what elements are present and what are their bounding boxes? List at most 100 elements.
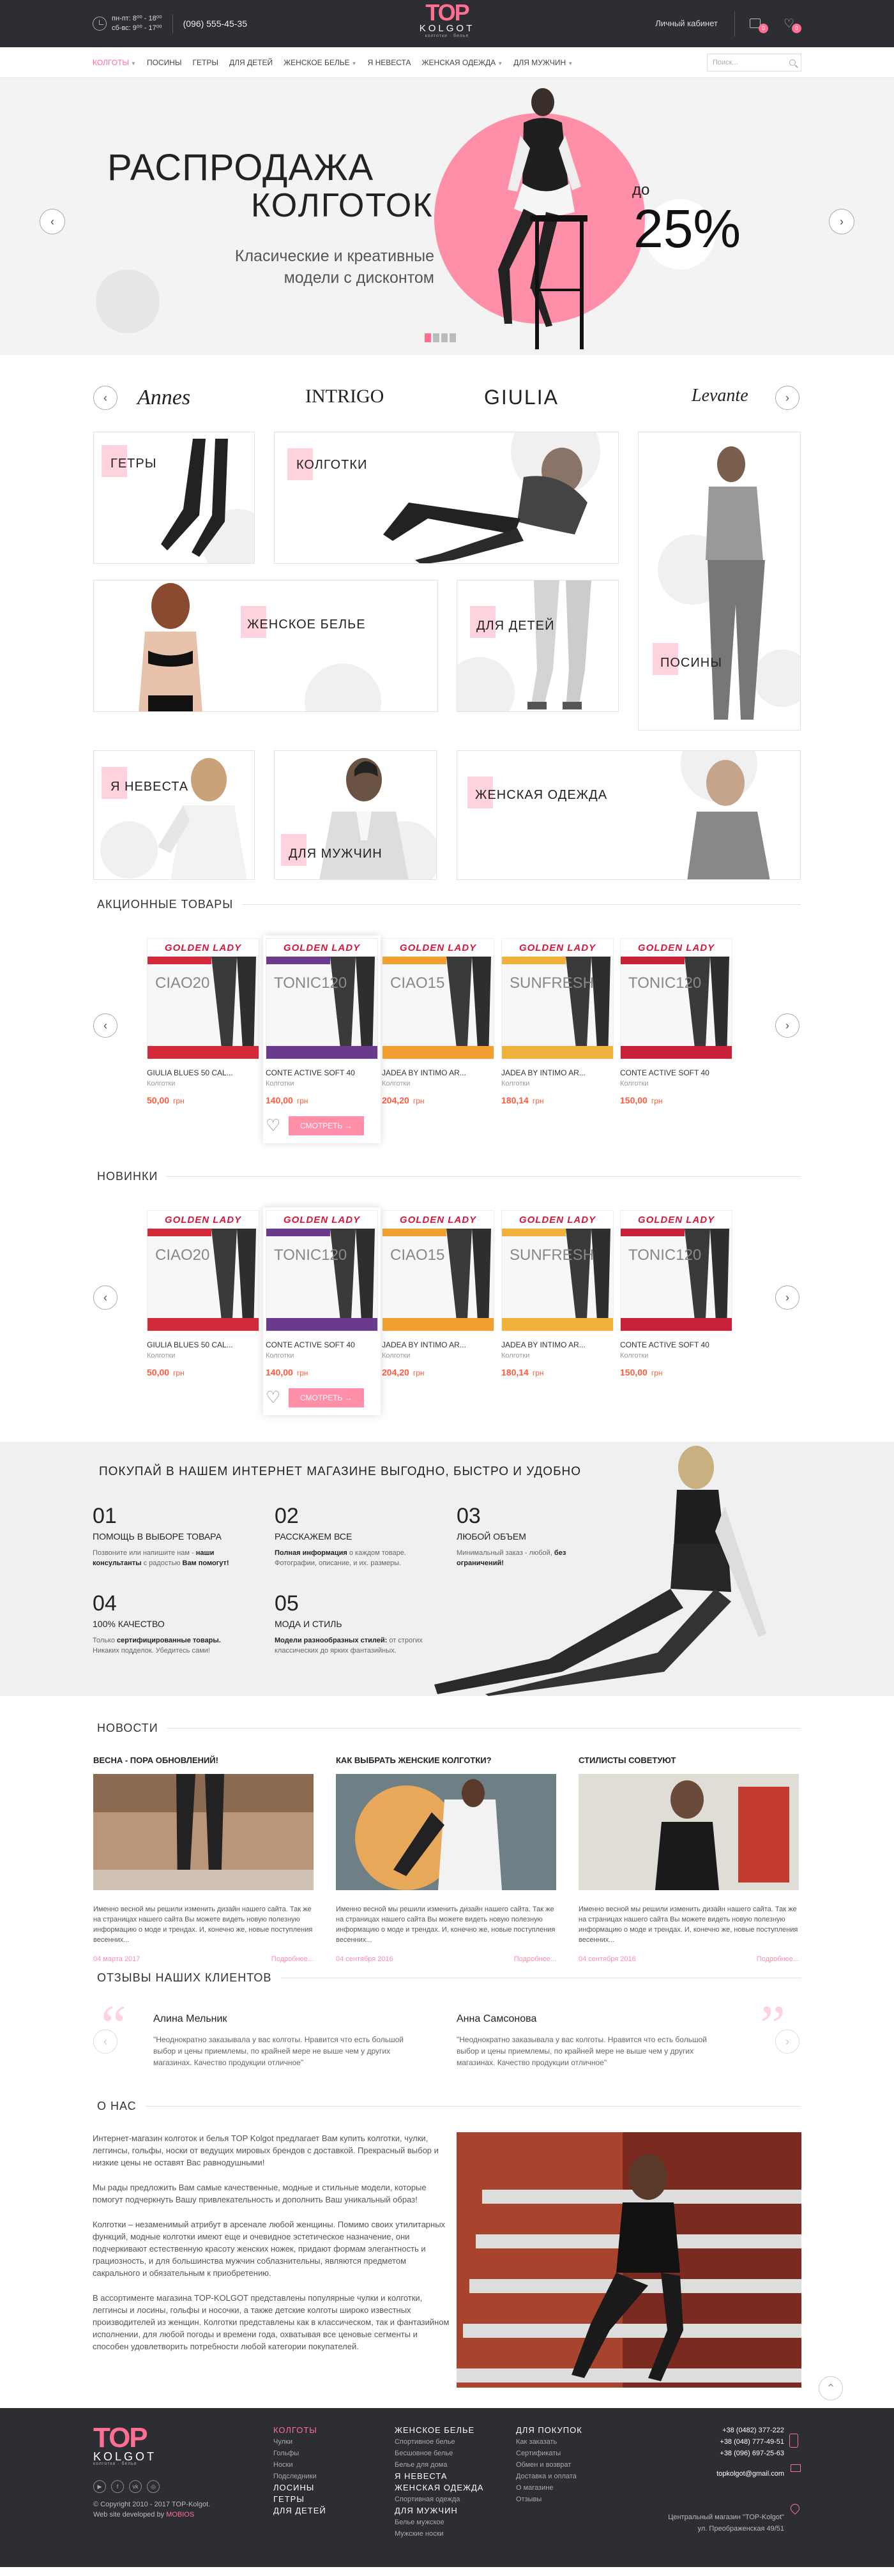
search-icon[interactable] xyxy=(789,59,796,66)
hero-prev-button[interactable]: ‹ xyxy=(40,209,65,234)
sale-prev-button[interactable]: ‹ xyxy=(93,1013,117,1038)
footer-heading[interactable]: Лосины xyxy=(273,2482,326,2494)
category-nevesta[interactable]: я невеста xyxy=(93,750,255,880)
product-image[interactable]: GOLDEN LADY TONIC120 xyxy=(266,1210,378,1331)
product-card[interactable]: GOLDEN LADY SUNFRESH JADEA BY INTIMO AR...… xyxy=(501,938,614,1105)
add-to-favorites-icon[interactable]: ♡ xyxy=(266,1388,289,1407)
product-card[interactable]: GOLDEN LADY CIAO15 JADEA BY INTIMO AR... Ко… xyxy=(382,1210,494,1377)
category-muzh[interactable]: для мужчин xyxy=(274,750,437,880)
scroll-top-button[interactable]: ⌃ xyxy=(819,2376,843,2400)
footer-heading[interactable]: Я невеста xyxy=(395,2471,483,2482)
product-image[interactable]: GOLDEN LADY SUNFRESH xyxy=(501,938,614,1059)
footer-link[interactable]: О магазине xyxy=(516,2482,582,2494)
brand-logo[interactable]: Annes xyxy=(137,386,190,410)
account-link[interactable]: Личный кабинет xyxy=(655,11,735,36)
category-kolgotki[interactable]: колготки xyxy=(274,432,619,564)
read-more-link[interactable]: Подробнее... xyxy=(757,1955,799,1963)
news-image[interactable] xyxy=(93,1774,314,1890)
product-card[interactable]: GOLDEN LADY TONIC120 CONTE ACTIVE SOFT 40 К… xyxy=(620,938,732,1105)
product-image[interactable]: GOLDEN LADY CIAO15 xyxy=(382,1210,494,1331)
footer-heading[interactable]: Гетры xyxy=(273,2494,326,2505)
news-card[interactable]: Стилисты советуют Именно весной мы решили… xyxy=(579,1755,799,1963)
product-card[interactable]: GOLDEN LADY SUNFRESH JADEA BY INTIMO AR...… xyxy=(501,1210,614,1377)
footer-heading[interactable]: Колготы xyxy=(273,2425,326,2436)
footer-phone[interactable]: +38 (0482) 377-222 xyxy=(639,2425,784,2436)
footer-phone[interactable]: +38 (096) 697-25-63 xyxy=(639,2448,784,2459)
footer-heading[interactable]: Женская одежда xyxy=(395,2482,483,2494)
news-headline[interactable]: Как выбрать женские колготки? xyxy=(336,1755,556,1765)
product-image[interactable]: GOLDEN LADY TONIC120 xyxy=(620,938,732,1059)
footer-link[interactable]: Белье мужское xyxy=(395,2517,483,2528)
product-name[interactable]: CONTE ACTIVE SOFT 40 xyxy=(266,1068,378,1077)
footer-heading[interactable]: Для мужчин xyxy=(395,2505,483,2517)
product-card[interactable]: GOLDEN LADY TONIC120 CONTE ACTIVE SOFT 40 К… xyxy=(620,1210,732,1377)
product-name[interactable]: GIULIA BLUES 50 CAL... xyxy=(147,1068,259,1077)
nav-item[interactable]: женское белье ▼ xyxy=(284,58,357,67)
footer-link[interactable]: Чулки xyxy=(273,2436,326,2448)
search-input[interactable]: Поиск... xyxy=(707,54,801,72)
footer-link[interactable]: Подследники xyxy=(273,2471,326,2482)
news-card[interactable]: Как выбрать женские колготки? Именно весн… xyxy=(336,1755,556,1963)
favorites-button[interactable]: ♡ 0 xyxy=(780,14,801,33)
new-prev-button[interactable]: ‹ xyxy=(93,1285,117,1310)
footer-link[interactable]: Доставка и оплата xyxy=(516,2471,582,2482)
brands-next-button[interactable]: › xyxy=(775,386,799,410)
footer-heading[interactable]: Для покупок xyxy=(516,2425,582,2436)
footer-heading[interactable]: Женское белье xyxy=(395,2425,483,2436)
footer-link[interactable]: Носки xyxy=(273,2459,326,2471)
product-card[interactable]: GOLDEN LADY CIAO20 GIULIA BLUES 50 CAL... К… xyxy=(147,1210,259,1377)
product-image[interactable]: GOLDEN LADY SUNFRESH xyxy=(501,1210,614,1331)
product-image[interactable]: GOLDEN LADY CIAO15 xyxy=(382,938,494,1059)
product-card[interactable]: GOLDEN LADY TONIC120 CONTE ACTIVE SOFT 40 К… xyxy=(263,1208,381,1415)
product-name[interactable]: JADEA BY INTIMO AR... xyxy=(382,1340,494,1349)
footer-link[interactable]: Спортивная одежда xyxy=(395,2494,483,2505)
footer-heading[interactable]: Для детей xyxy=(273,2505,326,2517)
read-more-link[interactable]: Подробнее... xyxy=(514,1955,556,1963)
category-deti[interactable]: для детей xyxy=(457,580,619,712)
cart-button[interactable]: 0 xyxy=(746,14,768,33)
footer-link[interactable]: Отзывы xyxy=(516,2494,582,2505)
product-image[interactable]: GOLDEN LADY TONIC120 xyxy=(620,1210,732,1331)
product-image[interactable]: GOLDEN LADY TONIC120 xyxy=(266,938,378,1059)
sale-next-button[interactable]: › xyxy=(775,1013,799,1038)
reviews-next-button[interactable]: › xyxy=(775,2029,799,2054)
brand-logo[interactable]: INTRIGO xyxy=(305,386,384,407)
brand-logo[interactable]: Levante xyxy=(692,386,748,406)
reviews-prev-button[interactable]: ‹ xyxy=(93,2029,117,2054)
product-image[interactable]: GOLDEN LADY CIAO20 xyxy=(147,1210,259,1331)
header-phone[interactable]: (096) 555-45-35 xyxy=(173,19,247,29)
hero-dot[interactable] xyxy=(450,333,456,342)
news-image[interactable] xyxy=(336,1774,556,1890)
nav-item[interactable]: колготы ▼ xyxy=(93,58,136,67)
product-name[interactable]: JADEA BY INTIMO AR... xyxy=(501,1068,614,1077)
youtube-icon[interactable]: ▶ xyxy=(93,2480,106,2493)
instagram-icon[interactable]: ◎ xyxy=(147,2480,160,2493)
hero-dot[interactable] xyxy=(425,333,431,342)
footer-link[interactable]: Сертификаты xyxy=(516,2448,582,2459)
product-name[interactable]: CONTE ACTIVE SOFT 40 xyxy=(620,1068,732,1077)
nav-item[interactable]: я невеста xyxy=(368,58,411,67)
hero-dot[interactable] xyxy=(441,333,448,342)
brands-prev-button[interactable]: ‹ xyxy=(93,386,117,410)
product-card[interactable]: GOLDEN LADY CIAO20 GIULIA BLUES 50 CAL... К… xyxy=(147,938,259,1105)
product-image[interactable]: GOLDEN LADY CIAO20 xyxy=(147,938,259,1059)
product-name[interactable]: GIULIA BLUES 50 CAL... xyxy=(147,1340,259,1349)
view-product-button[interactable]: Смотреть → xyxy=(289,1116,364,1135)
footer-link[interactable]: Бесшовное белье xyxy=(395,2448,483,2459)
footer-link[interactable]: Гольфы xyxy=(273,2448,326,2459)
add-to-favorites-icon[interactable]: ♡ xyxy=(266,1116,289,1135)
footer-email[interactable]: topkolgot@gmail.com xyxy=(639,2468,784,2480)
new-next-button[interactable]: › xyxy=(775,1285,799,1310)
category-odezhda[interactable]: женская одежда xyxy=(457,750,801,880)
product-name[interactable]: CONTE ACTIVE SOFT 40 xyxy=(266,1340,378,1349)
nav-item[interactable]: посины xyxy=(147,58,182,67)
product-name[interactable]: JADEA BY INTIMO AR... xyxy=(501,1340,614,1349)
product-card[interactable]: GOLDEN LADY TONIC120 CONTE ACTIVE SOFT 40 К… xyxy=(263,936,381,1143)
footer-phone[interactable]: +38 (048) 777-49-51 xyxy=(639,2436,784,2448)
developer-link[interactable]: MOBIOS xyxy=(166,2511,194,2519)
nav-item[interactable]: женская одежда ▼ xyxy=(421,58,503,67)
brand-logo[interactable]: GIULIA xyxy=(484,386,559,409)
view-product-button[interactable]: Смотреть → xyxy=(289,1388,364,1407)
footer-link[interactable]: Обмен и возврат xyxy=(516,2459,582,2471)
facebook-icon[interactable]: f xyxy=(111,2480,124,2493)
